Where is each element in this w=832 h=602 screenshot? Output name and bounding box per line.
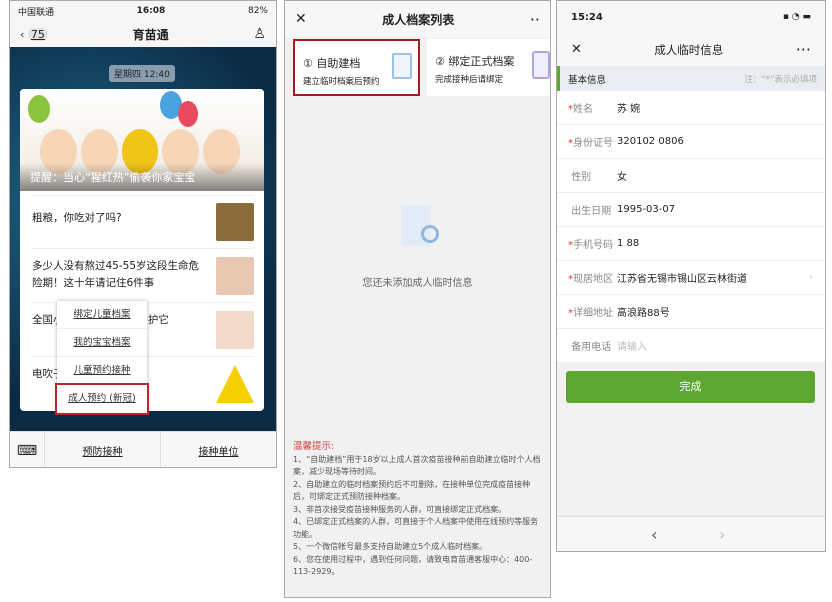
field-label: *现居地区 [557, 270, 617, 285]
article-title: 多少人没有熬过45-55岁这段生命危险期！这十年请记住6件事 [32, 260, 200, 289]
keyboard-icon[interactable]: ⌨ [10, 432, 44, 467]
label-text: 现居地区 [573, 274, 613, 285]
list-item[interactable]: 粗粮，你吃对了吗? [32, 195, 254, 247]
more-icon[interactable]: ·· [530, 10, 540, 29]
section-header: 基本信息 注：“*”表示必填项 [557, 66, 825, 91]
tip: 4、已绑定正式档案的人群，可直接于个人档案中使用在线预约等服务功能。 [293, 517, 539, 539]
tip: 3、非首次接受疫苗接种服务的人群，可直接绑定正式档案。 [293, 504, 507, 514]
nav-bar: ‹ 75 育苗通 ♙ [10, 21, 276, 47]
page-title: 成人临时信息 [654, 42, 724, 57]
field-value[interactable]: 1995-03-07 [617, 204, 825, 215]
menu-clinics[interactable]: 接种单位 [160, 432, 276, 467]
label-text: 性别 [571, 172, 592, 183]
form-row[interactable]: 性别 女 [557, 159, 825, 193]
card-title: ② 绑定正式档案 [435, 55, 515, 68]
tip: 5、一个微信帐号最多支持自助建立5个成人临时档案。 [293, 542, 488, 551]
article-title: 粗粮，你吃对了吗? [32, 212, 122, 224]
submit-button[interactable]: 完成 [566, 371, 815, 403]
field-label: *手机号码 [557, 236, 617, 251]
back-button[interactable]: ‹ 75 [20, 27, 48, 41]
carrier: 中国联通 [18, 7, 55, 18]
self-register-card[interactable]: ① 自助建档 建立临时档案后预约 [293, 39, 420, 96]
field-value[interactable]: 1 88 [617, 238, 825, 249]
field-value[interactable]: 高浪路88号 [617, 304, 825, 319]
close-icon[interactable]: ✕ [571, 42, 582, 57]
form-row[interactable]: *现居地区 江苏省无锡市锡山区云林街道 › [557, 261, 825, 295]
clock: 15:24 [571, 11, 603, 23]
field-value[interactable]: 江苏省无锡市锡山区云林街道 [617, 270, 809, 285]
thumbnail [216, 311, 254, 349]
nav-bar: ✕ 成人临时信息 ··· [557, 33, 825, 66]
page-title: 成人档案列表 [382, 12, 455, 27]
thumbnail [216, 257, 254, 295]
forward-arrow-icon[interactable]: › [719, 525, 725, 544]
card-subtitle: 完成接种后请绑定 [435, 75, 504, 85]
field-label: 出生日期 [557, 202, 617, 217]
bind-record-card[interactable]: ② 绑定正式档案 完成接种后请绑定 [427, 39, 550, 96]
empty-message: 您还未添加成人临时信息 [362, 278, 473, 289]
menu-item-bind-child[interactable]: 绑定儿童档案 [57, 301, 147, 329]
profile-icon[interactable]: ♙ [253, 26, 266, 42]
phone-user-icon [532, 51, 550, 79]
hero-caption: 提醒：当心“猩红热”偷袭你家宝宝 [30, 171, 196, 184]
adult-records-screen: ✕ 成人档案列表 ·· ① 自助建档 建立临时档案后预约 ② 绑定正式档案 完成… [284, 0, 551, 598]
browser-toolbar: ‹ › [557, 516, 825, 551]
hero-image[interactable]: 提醒：当心“猩红热”偷袭你家宝宝 [20, 89, 264, 191]
radiation-icon [216, 365, 254, 403]
form-row[interactable]: *身份证号 320102 0806 [557, 125, 825, 159]
bottom-menu: ⌨ 预防接种 接种单位 [10, 431, 276, 467]
status-bar: 15:24 ▪ ◔ ▬ [557, 1, 825, 33]
backup-phone-input[interactable]: 请输入 [617, 338, 825, 353]
battery: 82% [247, 6, 268, 16]
adult-temp-info-screen: 15:24 ▪ ◔ ▬ ✕ 成人临时信息 ··· 基本信息 注：“*”表示必填项 … [556, 0, 826, 552]
list-item[interactable]: 多少人没有熬过45-55岁这段生命危险期！这十年请记住6件事 [32, 248, 254, 302]
tip: 6、您在使用过程中，遇到任何问题，请致电育苗通客服中心：400-113-2929… [293, 554, 533, 577]
menu-item-child-appointment[interactable]: 儿童预约接种 [57, 357, 147, 385]
chevron-right-icon: › [809, 272, 813, 283]
thumbnail [216, 203, 254, 241]
timestamp: 星期四 12:40 [109, 65, 175, 82]
form-row[interactable]: *手机号码 1 88 [557, 227, 825, 261]
magnifier-icon [421, 225, 439, 243]
status-bar: 中国联通 16:08 82% [10, 1, 276, 21]
field-value[interactable]: 320102 0806 [617, 136, 825, 147]
form-row[interactable]: 出生日期 1995-03-07 [557, 193, 825, 227]
field-label: 性别 [557, 168, 617, 183]
required-note: 注：“*”表示必填项 [744, 74, 817, 85]
close-icon[interactable]: ✕ [295, 11, 307, 27]
wechat-chat-screen: 中国联通 16:08 82% ‹ 75 育苗通 ♙ 星期四 12:40 提醒：当心“… [9, 0, 277, 468]
form-row[interactable]: *详细地址 高浪路88号 [557, 295, 825, 329]
menu-item-my-baby[interactable]: 我的宝宝档案 [57, 329, 147, 357]
label-text: 详细地址 [573, 308, 613, 319]
tips-title: 温馨提示: [293, 441, 335, 452]
menu-prevention[interactable]: 预防接种 [44, 432, 160, 467]
field-label: 备用电话 [557, 338, 617, 353]
field-value[interactable]: 女 [617, 168, 825, 183]
label-text: 身份证号 [573, 138, 613, 149]
label-text: 出生日期 [571, 206, 612, 217]
section-title: 基本信息 [568, 74, 607, 86]
field-label: *身份证号 [557, 134, 617, 149]
tip: 2、自助建立的临时档案预约后不可删除，在接种单位完成疫苗接种后，可绑定正式预防接… [293, 479, 531, 502]
form-row[interactable]: *姓名苏 婉 [557, 91, 825, 125]
form-row[interactable]: 备用电话 请输入 [557, 329, 825, 363]
more-icon[interactable]: ··· [796, 40, 811, 59]
clock: 16:08 [136, 6, 166, 16]
signal-wifi-battery-icon: ▪ ◔ ▬ [782, 12, 811, 22]
label-text: 备用电话 [571, 342, 612, 353]
clipboard-icon [392, 53, 412, 79]
page-title: 育苗通 [132, 27, 169, 42]
tip: 1、“自助建档”用于18岁以上成人首次疫苗接种前自助建立临时个人档案，减少现场等… [293, 454, 541, 477]
popup-menu: 绑定儿童档案 我的宝宝档案 儿童预约接种 成人预约 (新冠) [55, 301, 149, 415]
label-text: 手机号码 [573, 240, 613, 251]
back-arrow-icon[interactable]: ‹ [651, 525, 657, 544]
field-label: *详细地址 [557, 304, 617, 319]
field-label: *姓名 [557, 100, 617, 115]
menu-item-adult-appointment[interactable]: 成人预约 (新冠) [55, 383, 149, 415]
nav-bar: ✕ 成人档案列表 ·· [285, 1, 550, 37]
field-value[interactable]: 苏 婉 [617, 100, 825, 115]
label-text: 姓名 [573, 104, 593, 115]
tips: 温馨提示: 1、“自助建档”用于18岁以上成人首次疫苗接种前自助建立临时个人档案… [293, 441, 545, 579]
